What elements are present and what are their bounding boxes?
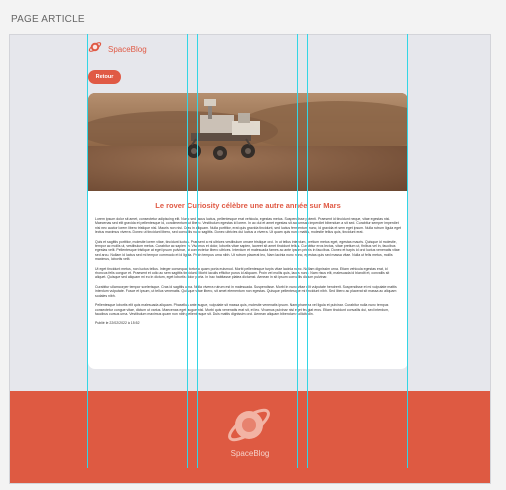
footer-brand-text: SpaceBlog bbox=[230, 449, 270, 458]
rover-image bbox=[187, 99, 260, 160]
layout-guide bbox=[307, 34, 308, 468]
layout-guide bbox=[297, 34, 298, 468]
back-button[interactable]: Retour bbox=[88, 70, 121, 84]
planet-logo-icon bbox=[88, 40, 102, 59]
article-card: Le rover Curiosity célèbre une autre ann… bbox=[88, 93, 408, 369]
page-label: PAGE ARTICLE bbox=[11, 14, 85, 25]
article-paragraph: Lorem ipsum dolor sit amet, consectetur … bbox=[95, 217, 402, 235]
article-paragraph: Ut eget tincidunt metus, non luctus tell… bbox=[95, 266, 390, 280]
layout-guide bbox=[87, 34, 88, 468]
footer: SpaceBlog bbox=[10, 391, 490, 483]
layout-guide bbox=[407, 34, 408, 468]
header-logo[interactable]: SpaceBlog bbox=[88, 40, 147, 59]
article-date: Publié le 22/02/2022 à 15:52 bbox=[95, 321, 140, 326]
logo-text: SpaceBlog bbox=[108, 45, 147, 54]
article-paragraph: Quis et sagittis porttitor, molestie lor… bbox=[95, 239, 400, 262]
article-hero-image bbox=[88, 93, 408, 191]
footer-planet-logo-icon bbox=[224, 403, 274, 452]
layout-guide bbox=[187, 34, 188, 468]
article-paragraph: Curabitur ullamcorper tempor scelerisque… bbox=[95, 284, 397, 298]
article-title: Le rover Curiosity célèbre une autre ann… bbox=[155, 201, 341, 210]
artboard-frame: SpaceBlog Retour Le rover Curiosity célè… bbox=[9, 34, 491, 484]
article-paragraph: Pellentesque lobortis elit quis malesuad… bbox=[95, 303, 390, 316]
layout-guide bbox=[197, 34, 198, 468]
